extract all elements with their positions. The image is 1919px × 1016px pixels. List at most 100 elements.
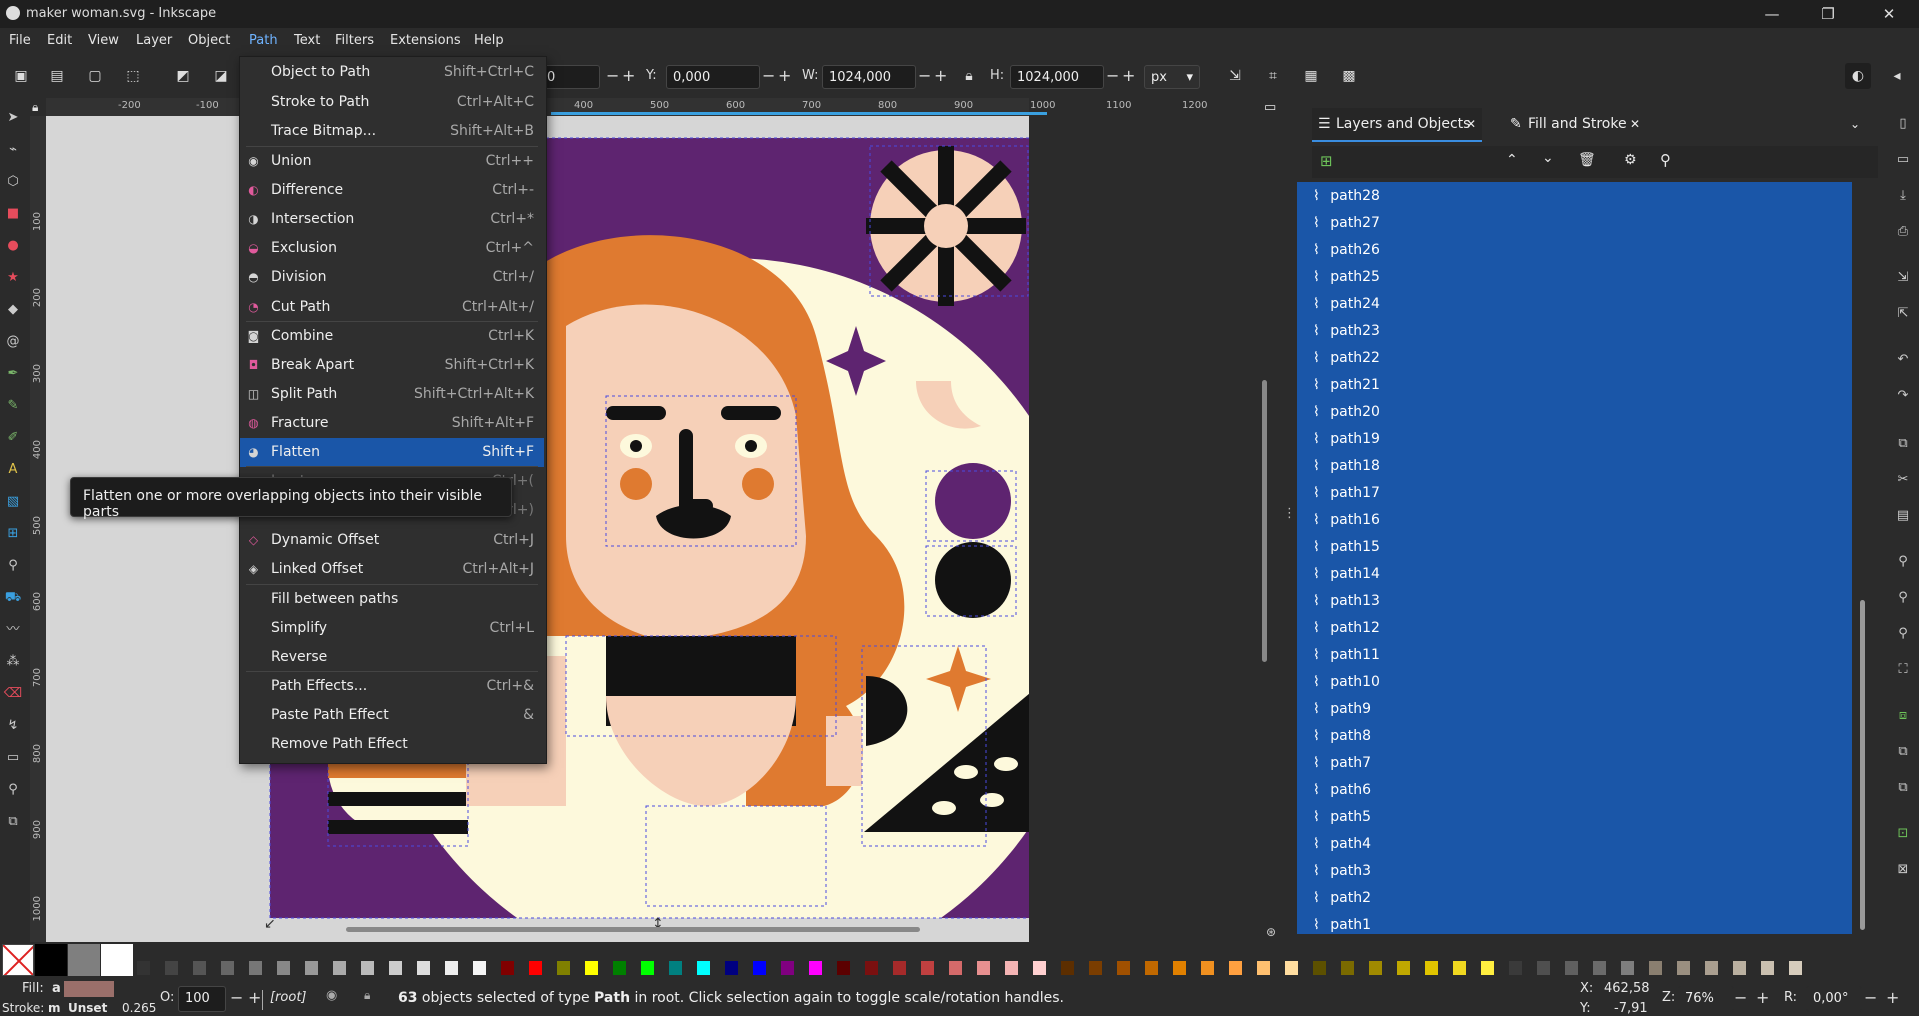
color-swatch[interactable] [1117,961,1130,975]
new-document-icon[interactable]: ▯ [1893,114,1913,134]
color-swatch[interactable] [221,961,234,975]
rotation-increment[interactable]: + [1886,988,1899,1007]
lock-ratio-icon[interactable]: 🔒︎ [956,63,982,89]
layer-row[interactable]: ⌇ path13 [1313,588,1380,615]
color-swatch[interactable] [389,961,402,975]
display-mode-icon[interactable]: ▭ [1264,100,1276,115]
layer-row[interactable]: ⌇ path3 [1313,858,1371,885]
move-gradients-icon[interactable]: ▦ [1298,63,1324,89]
color-swatch[interactable] [1033,961,1046,975]
x-field[interactable]: 0 [540,65,600,89]
pages-tool-icon[interactable]: ▭ [3,748,23,768]
color-swatch[interactable] [1313,961,1326,975]
dock-handle-icon[interactable]: ⋮ [1283,506,1296,521]
calligraphy-tool-icon[interactable]: ✐ [3,428,23,448]
palette-swatches[interactable] [137,961,1837,975]
w-decrement[interactable]: − [918,66,931,85]
layer-row[interactable]: ⌇ path25 [1313,264,1380,291]
gradient-tool-icon[interactable]: ▧ [3,492,23,512]
color-swatch[interactable] [361,961,374,975]
layer-row[interactable]: ⌇ path16 [1313,507,1380,534]
color-swatch[interactable] [949,961,962,975]
color-swatch[interactable] [1593,961,1606,975]
layer-row[interactable]: ⌇ path26 [1313,237,1380,264]
color-swatch[interactable] [669,961,682,975]
rectangle-tool-icon[interactable]: ■ [3,204,23,224]
menu-item-fill-between-paths[interactable]: Fill between paths [240,585,544,614]
close-tab-icon[interactable]: ✕ [1630,112,1640,136]
group-icon[interactable]: ⊡ [1893,824,1913,844]
color-swatch[interactable] [193,961,206,975]
h-increment[interactable]: + [1122,66,1135,85]
layers-scrollbar[interactable] [1860,600,1865,930]
color-swatch[interactable] [1173,961,1186,975]
menu-path[interactable]: Path [242,28,285,54]
color-swatch[interactable] [1537,961,1550,975]
menu-help[interactable]: Help [467,28,511,54]
layers-list[interactable] [1297,182,1852,934]
pencil-tool-icon[interactable]: ✎ [3,396,23,416]
snap-toggle-icon[interactable]: ◐ [1845,63,1871,89]
connector-tool-icon[interactable]: ↯ [3,716,23,736]
unlink-clone-icon[interactable]: ⧉ [1893,778,1913,798]
layer-row[interactable]: ⌇ path10 [1313,669,1380,696]
color-swatch[interactable] [333,961,346,975]
move-down-icon[interactable]: ⌄ [1542,150,1554,166]
x-increment[interactable]: + [622,66,635,85]
maximize-button[interactable]: ❐ [1805,0,1851,28]
layer-row[interactable]: ⌇ path20 [1313,399,1380,426]
layer-lock-icon[interactable]: 🔒︎ [364,988,370,1003]
layer-row[interactable]: ⌇ path11 [1313,642,1380,669]
layer-row[interactable]: ⌇ path27 [1313,210,1380,237]
menu-item-linked-offset[interactable]: ◈ Linked Offset Ctrl+Alt+J [240,555,544,584]
color-swatch[interactable] [305,961,318,975]
no-paint-swatch[interactable] [2,944,34,976]
opacity-field[interactable]: 100 [178,986,226,1012]
delete-icon[interactable]: 🗑︎ [1578,152,1596,168]
y-field[interactable]: 0,000 [666,65,760,89]
zoom-decrement[interactable]: − [1734,988,1747,1007]
menu-extensions[interactable]: Extensions [383,28,468,54]
color-swatch[interactable] [641,961,654,975]
minimize-button[interactable]: — [1749,0,1795,28]
menu-item-union[interactable]: ◉ Union Ctrl++ [240,147,544,176]
color-swatch[interactable] [445,961,458,975]
menu-text[interactable]: Text [287,28,327,54]
color-swatch[interactable] [753,961,766,975]
layer-row[interactable]: ⌇ path23 [1313,318,1380,345]
color-swatch[interactable] [1705,961,1718,975]
menu-item-paste-path-effect[interactable]: Paste Path Effect & [240,701,544,730]
color-swatch[interactable] [1145,961,1158,975]
menu-item-fracture[interactable]: ◍ Fracture Shift+Alt+F [240,409,544,438]
unit-select[interactable]: px ▾ [1144,65,1200,89]
layer-row[interactable]: ⌇ path24 [1313,291,1380,318]
zoom-increment[interactable]: + [1756,988,1769,1007]
color-swatch[interactable] [473,961,486,975]
selector-tool-icon[interactable]: ➤ [3,108,23,128]
menu-item-object-to-path[interactable]: Object to Path Shift+Ctrl+C [240,58,544,87]
visibility-eye-icon[interactable]: ◉ [326,988,337,1003]
menu-object[interactable]: Object [181,28,237,54]
copy-icon[interactable]: ⧉ [1893,434,1913,454]
rotation-decrement[interactable]: − [1864,988,1877,1007]
add-layer-icon[interactable]: ⊞ [1320,152,1333,170]
color-swatch[interactable] [781,961,794,975]
touch-select-icon[interactable]: ⬚ [120,63,146,89]
mesh-tool-icon[interactable]: ⊞ [3,524,23,544]
color-swatch[interactable] [1789,961,1802,975]
zoom-field[interactable]: 76% [1678,986,1734,1012]
menu-item-intersection[interactable]: ◑ Intersection Ctrl+* [240,205,544,234]
text-tool-icon[interactable]: A [3,460,23,480]
w-increment[interactable]: + [934,66,947,85]
layer-row[interactable]: ⌇ path9 [1313,696,1371,723]
menu-item-break-apart[interactable]: ◘ Break Apart Shift+Ctrl+K [240,351,544,380]
menu-item-dynamic-offset[interactable]: ◇ Dynamic Offset Ctrl+J [240,526,544,555]
color-swatch[interactable] [557,961,570,975]
color-swatch[interactable] [893,961,906,975]
menu-item-exclusion[interactable]: ◒ Exclusion Ctrl+^ [240,234,544,263]
menu-item-trace-bitmap[interactable]: Trace Bitmap... Shift+Alt+B [240,117,544,146]
deselect-icon[interactable]: ▢ [82,63,108,89]
y-decrement[interactable]: − [762,66,775,85]
panel-menu-chevron-icon[interactable]: ⌄ [1850,112,1860,136]
color-swatch[interactable] [1229,961,1242,975]
